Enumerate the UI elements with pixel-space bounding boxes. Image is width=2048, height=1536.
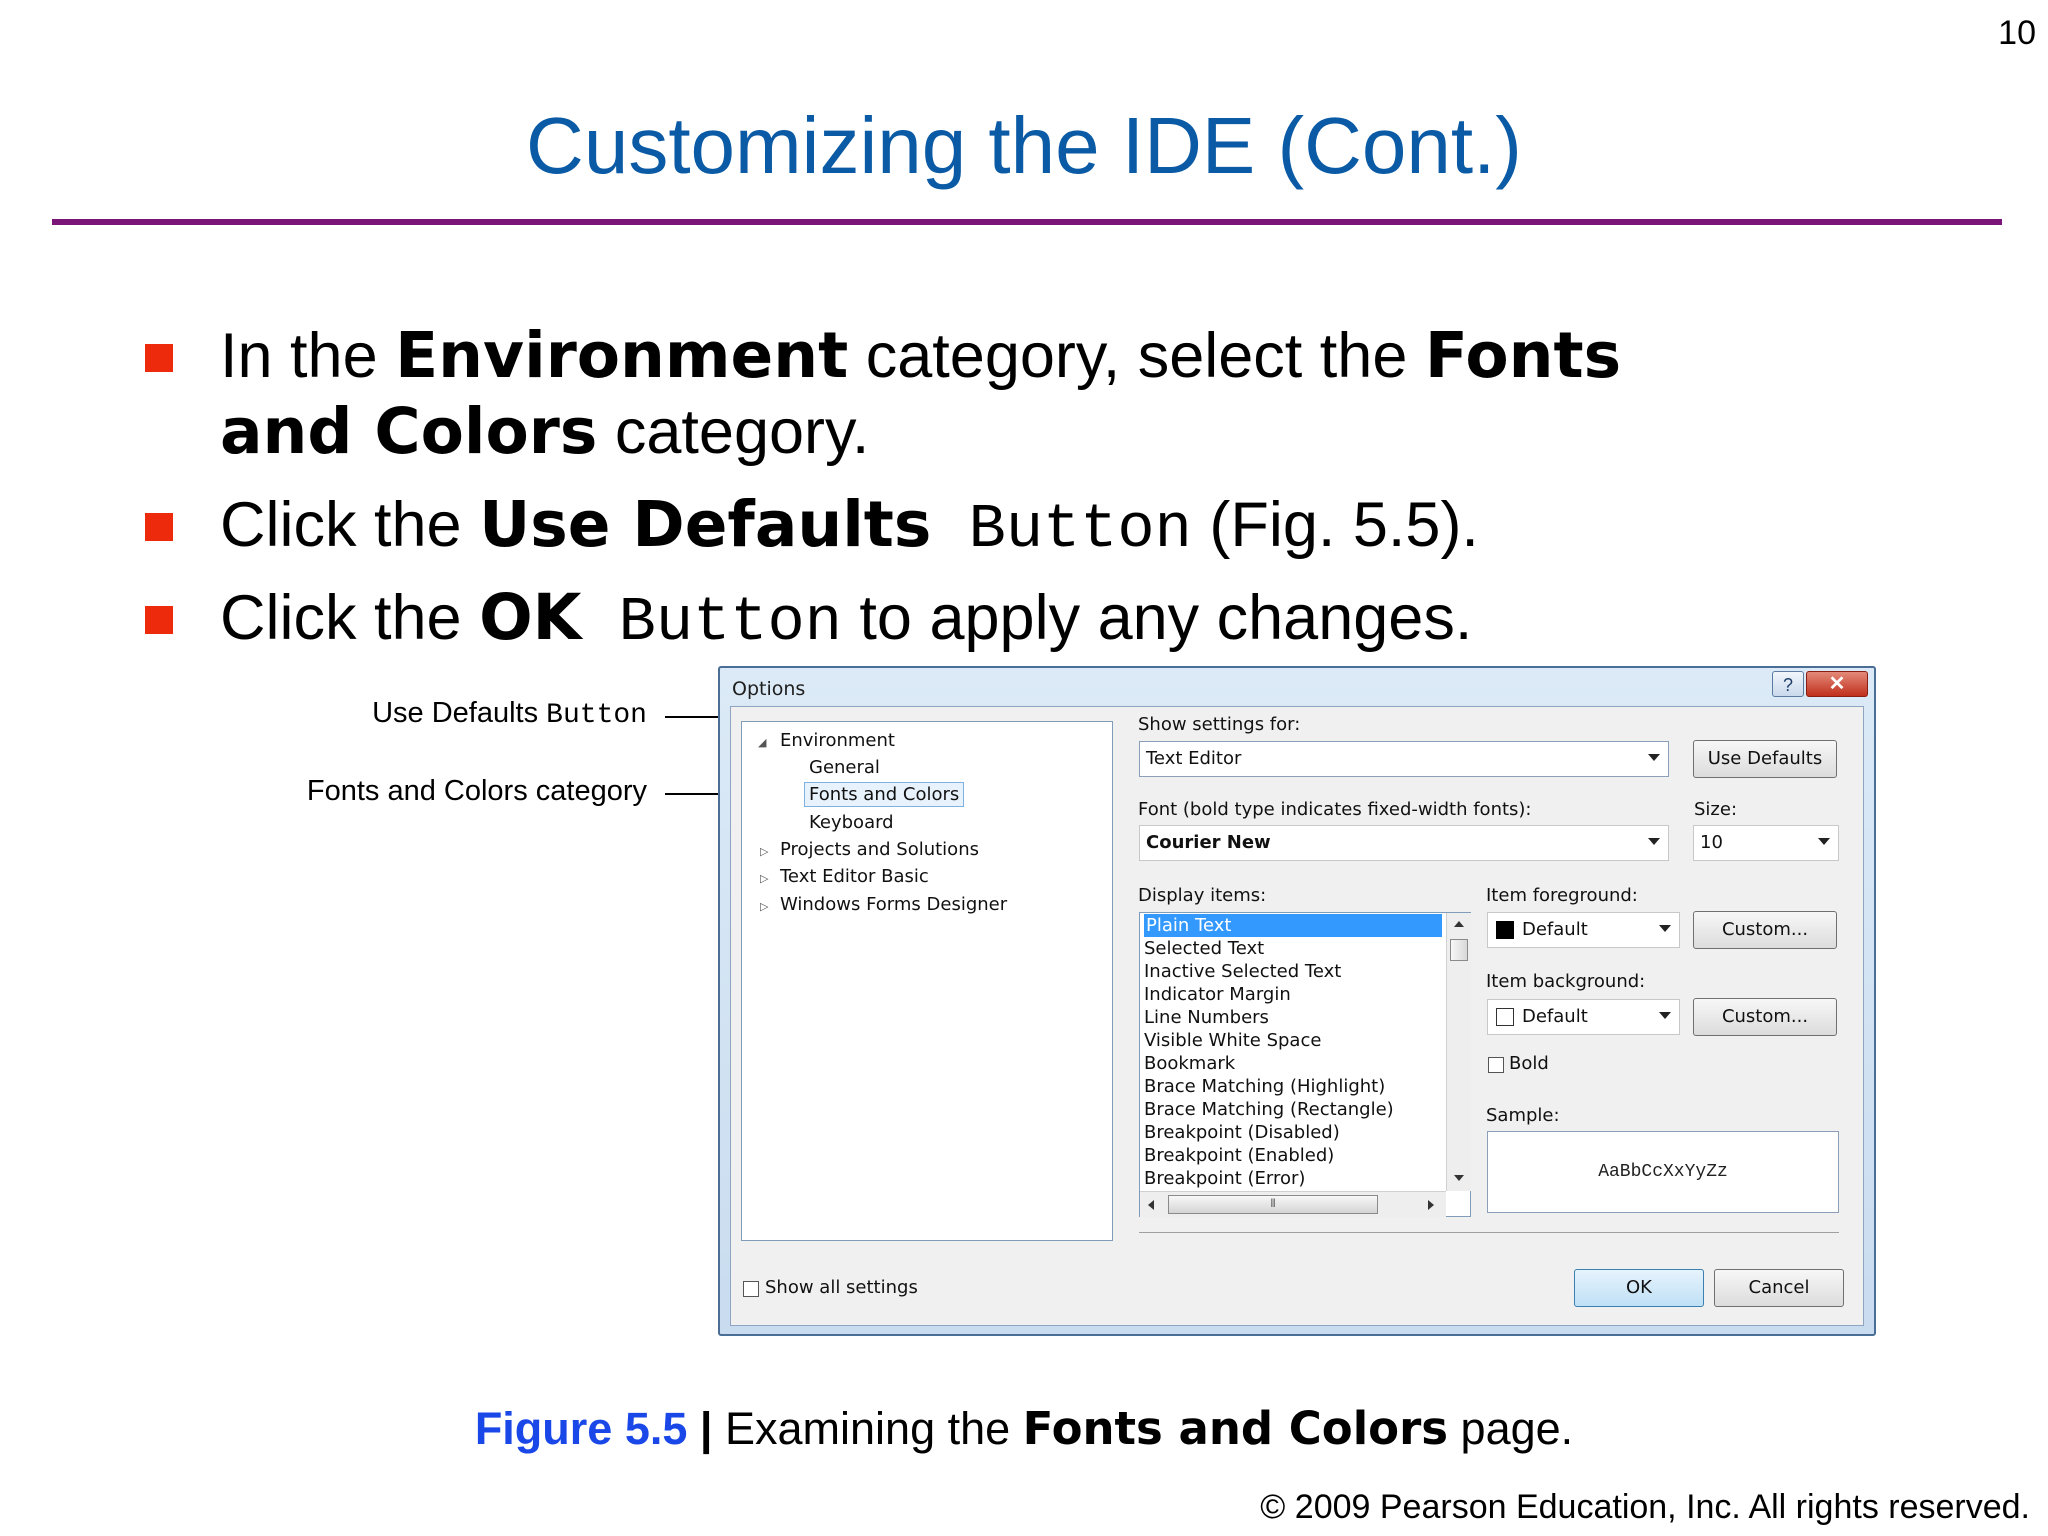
bullet-3-text: Click the OK Button to apply any changes… — [220, 581, 1473, 658]
close-icon: ✕ — [1828, 673, 1846, 695]
list-item[interactable]: Indicator Margin — [1144, 983, 1291, 1006]
bullet-marker — [145, 344, 173, 372]
separator — [1139, 1232, 1839, 1233]
list-item-selected[interactable]: Plain Text — [1144, 914, 1442, 937]
item-foreground-combo[interactable]: Default — [1487, 912, 1680, 948]
tree-item-projects-solutions[interactable]: Projects and Solutions — [780, 839, 979, 860]
category-tree[interactable]: ◢ Environment General Fonts and Colors K… — [741, 721, 1113, 1241]
collapsed-arrow-icon[interactable]: ▷ — [760, 872, 768, 885]
list-item[interactable]: Brace Matching (Highlight) — [1144, 1075, 1385, 1098]
cancel-button[interactable]: Cancel — [1714, 1269, 1844, 1307]
sample-text: AaBbCcXxYyZz — [1598, 1162, 1728, 1182]
scroll-thumb[interactable] — [1450, 939, 1468, 961]
dialog-body: ◢ Environment General Fonts and Colors K… — [730, 706, 1864, 1326]
chevron-down-icon — [1648, 754, 1660, 761]
horizontal-scrollbar[interactable]: ⦀ — [1140, 1191, 1446, 1217]
display-items-label: Display items: — [1138, 885, 1267, 906]
bullet-1-line-2: and Colors category. — [220, 395, 870, 468]
expanded-arrow-icon[interactable]: ◢ — [758, 736, 766, 749]
bold-checkbox[interactable] — [1488, 1057, 1504, 1073]
list-item[interactable]: Breakpoint (Enabled) — [1144, 1144, 1334, 1167]
item-background-combo[interactable]: Default — [1487, 999, 1680, 1035]
color-swatch — [1496, 1008, 1514, 1026]
help-icon: ? — [1782, 675, 1793, 695]
list-item[interactable]: Breakpoint (Error) — [1144, 1167, 1305, 1190]
bullet-marker — [145, 513, 173, 541]
size-label: Size: — [1694, 799, 1738, 820]
show-settings-label: Show settings for: — [1138, 714, 1301, 735]
item-background-label: Item background: — [1486, 971, 1646, 992]
scroll-down-icon[interactable] — [1454, 1175, 1464, 1181]
dialog-title: Options — [732, 678, 806, 700]
list-item[interactable]: Line Numbers — [1144, 1006, 1269, 1029]
tree-item-keyboard[interactable]: Keyboard — [809, 812, 894, 833]
options-dialog: Options ? ✕ ◢ Environment General Fonts … — [718, 666, 1876, 1336]
collapsed-arrow-icon[interactable]: ▷ — [760, 900, 768, 913]
chevron-down-icon — [1659, 925, 1671, 932]
sample-box: AaBbCcXxYyZz — [1487, 1131, 1839, 1213]
page-number: 10 — [1998, 14, 2036, 52]
bullet-1-line-1: In the Environment category, select the … — [220, 319, 1622, 392]
figure-caption: Figure 5.5 | Examining the Fonts and Col… — [474, 1402, 1574, 1455]
list-item[interactable]: Visible White Space — [1144, 1029, 1321, 1052]
title-rule — [52, 219, 2002, 225]
vertical-scrollbar[interactable] — [1446, 913, 1471, 1191]
copyright: © 2009 Pearson Education, Inc. All right… — [1260, 1488, 2030, 1526]
tree-item-text-editor-basic[interactable]: Text Editor Basic — [780, 866, 929, 887]
show-all-settings-checkbox[interactable] — [743, 1281, 759, 1297]
chevron-down-icon — [1818, 838, 1830, 845]
help-button[interactable]: ? — [1772, 671, 1804, 697]
show-all-settings-label: Show all settings — [765, 1277, 918, 1298]
collapsed-arrow-icon[interactable]: ▷ — [760, 845, 768, 858]
list-item[interactable]: Selected Text — [1144, 937, 1264, 960]
list-item[interactable]: Inactive Selected Text — [1144, 960, 1341, 983]
font-label: Font (bold type indicates fixed-width fo… — [1138, 799, 1532, 820]
show-settings-combo[interactable]: Text Editor — [1139, 741, 1669, 777]
bullet-marker — [145, 606, 173, 634]
chevron-down-icon — [1659, 1012, 1671, 1019]
use-defaults-button[interactable]: Use Defaults — [1693, 740, 1837, 778]
scroll-right-icon[interactable] — [1428, 1200, 1434, 1210]
scroll-up-icon[interactable] — [1454, 921, 1464, 927]
tree-item-windows-forms-designer[interactable]: Windows Forms Designer — [780, 894, 1007, 915]
scroll-thumb[interactable]: ⦀ — [1168, 1195, 1378, 1214]
font-combo[interactable]: Courier New — [1139, 825, 1669, 861]
list-item[interactable]: Brace Matching (Rectangle) — [1144, 1098, 1394, 1121]
chevron-down-icon — [1648, 838, 1660, 845]
slide-title: Customizing the IDE (Cont.) — [526, 101, 1522, 190]
list-item[interactable]: Bookmark — [1144, 1052, 1235, 1075]
bold-label: Bold — [1509, 1053, 1549, 1074]
tree-item-general[interactable]: General — [809, 757, 880, 778]
size-combo[interactable]: 10 — [1693, 825, 1839, 861]
sample-label: Sample: — [1486, 1105, 1560, 1126]
custom-background-button[interactable]: Custom... — [1693, 998, 1837, 1036]
close-button[interactable]: ✕ — [1806, 671, 1868, 697]
item-foreground-label: Item foreground: — [1486, 885, 1638, 906]
tree-item-environment[interactable]: Environment — [780, 730, 895, 751]
tree-item-fonts-and-colors[interactable]: Fonts and Colors — [804, 782, 965, 807]
color-swatch — [1496, 921, 1514, 939]
list-item[interactable]: Breakpoint (Disabled) — [1144, 1121, 1340, 1144]
callout-use-defaults: Use Defaults Button — [372, 697, 647, 731]
bullet-2-text: Click the Use Defaults Button (Fig. 5.5)… — [220, 488, 1479, 565]
display-items-list[interactable]: Plain Text Selected Text Inactive Select… — [1139, 912, 1471, 1217]
ok-button[interactable]: OK — [1574, 1269, 1704, 1307]
callout-fonts-colors: Fonts and Colors category — [306, 775, 647, 807]
scroll-left-icon[interactable] — [1148, 1200, 1154, 1210]
custom-foreground-button[interactable]: Custom... — [1693, 911, 1837, 949]
